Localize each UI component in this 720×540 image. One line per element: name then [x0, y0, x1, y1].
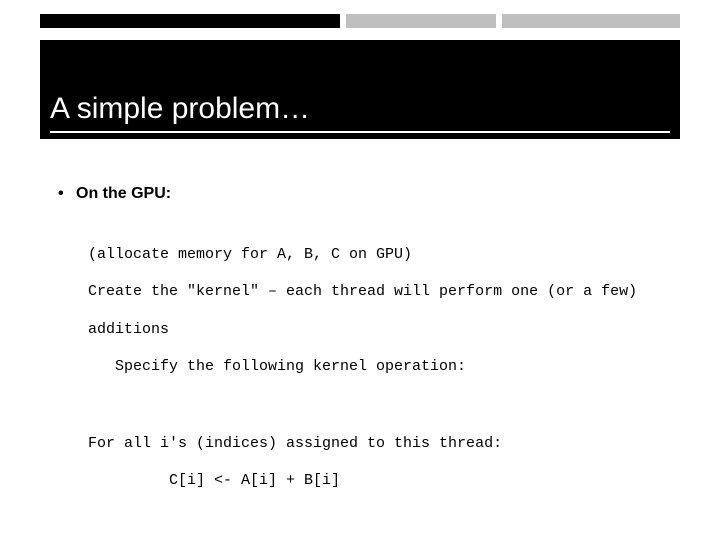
title-block: A simple problem…	[40, 40, 680, 139]
bullet-item: • On the GPU:	[58, 185, 680, 203]
code-line: additions	[88, 321, 680, 340]
slide: A simple problem… • On the GPU: (allocat…	[0, 0, 720, 540]
code-line: For all i's (indices) assigned to this t…	[88, 435, 680, 454]
top-accent-bar	[40, 14, 680, 28]
slide-body: • On the GPU: (allocate memory for A, B,…	[58, 185, 680, 540]
accent-segment-black	[40, 14, 340, 28]
code-line: (allocate memory for A, B, C on GPU)	[88, 246, 680, 265]
accent-segment-grey	[502, 14, 680, 28]
slide-title: A simple problem…	[50, 92, 670, 125]
code-block: (allocate memory for A, B, C on GPU) Cre…	[88, 227, 680, 540]
accent-segment-grey	[346, 14, 496, 28]
code-line: Specify the following kernel operation:	[88, 358, 680, 377]
title-underline	[50, 131, 670, 133]
code-line: Create the "kernel" – each thread will p…	[88, 283, 680, 302]
bullet-text: On the GPU:	[76, 185, 171, 203]
bullet-dot-icon: •	[58, 185, 76, 203]
code-line: C[i] <- A[i] + B[i]	[88, 472, 680, 491]
